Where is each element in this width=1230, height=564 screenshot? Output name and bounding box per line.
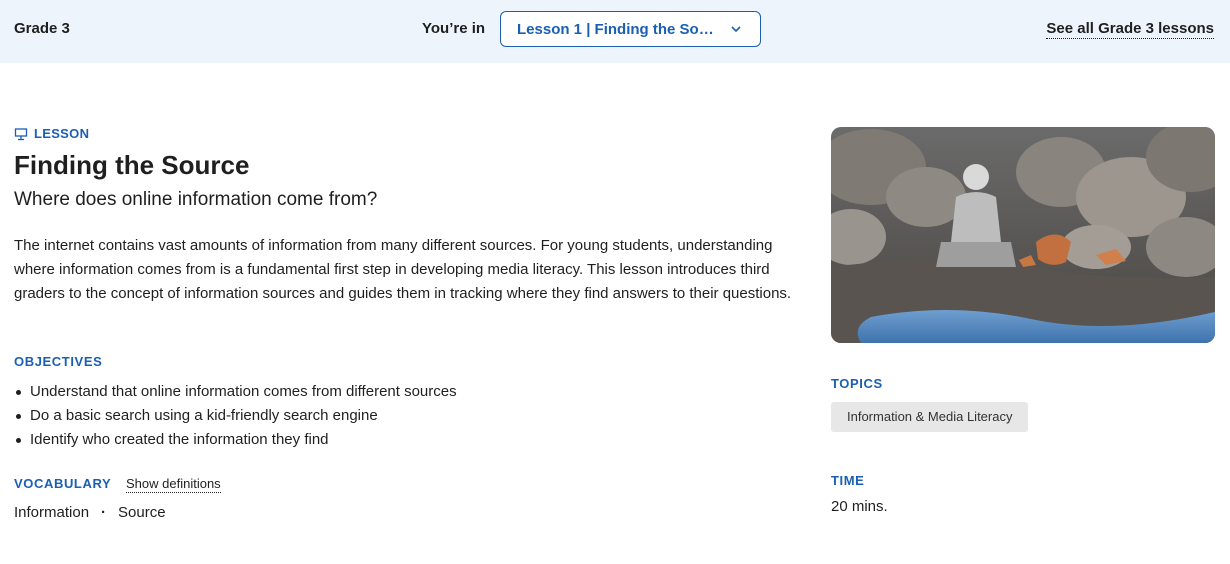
objective-item: Identify who created the information the…: [16, 428, 457, 452]
chevron-down-icon: [731, 26, 741, 33]
presentation-board-icon: [14, 127, 28, 140]
youre-in-label: You’re in: [422, 20, 486, 37]
topics-heading: TOPICS: [831, 376, 883, 391]
grade-label: Grade 3: [14, 20, 70, 37]
lesson-kicker: LESSON: [14, 126, 89, 141]
lesson-subtitle: Where does online information come from?: [14, 189, 378, 210]
show-definitions-button[interactable]: Show definitions: [126, 476, 221, 493]
lesson-kicker-label: LESSON: [34, 126, 90, 141]
lesson-select-value: Lesson 1 | Finding the Source: [517, 21, 717, 38]
page-title: Finding the Source: [14, 150, 250, 180]
see-all-lessons-link[interactable]: See all Grade 3 lessons: [1046, 20, 1214, 39]
rocky-excavation-illustration: [831, 127, 1215, 343]
objective-item: Understand that online information comes…: [16, 380, 457, 404]
topic-tag[interactable]: Information & Media Literacy: [831, 402, 1029, 432]
time-heading: TIME: [831, 473, 865, 488]
lesson-description: The internet contains vast amounts of in…: [14, 237, 792, 302]
objective-item: Do a basic search using a kid-friendly s…: [16, 404, 457, 428]
vocab-term: Source: [118, 504, 166, 521]
vocab-separator: ·: [101, 504, 107, 521]
objectives-list: Understand that online information comes…: [16, 380, 457, 452]
lesson-nav-bar: Grade 3 You’re in Lesson 1 | Finding the…: [0, 0, 1230, 63]
vocabulary-terms: Information · Source: [14, 504, 166, 521]
lesson-hero-image: [831, 127, 1215, 343]
time-value: 20 mins.: [831, 498, 888, 515]
vocabulary-heading: VOCABULARY: [14, 476, 112, 491]
lesson-select-dropdown[interactable]: Lesson 1 | Finding the Source: [500, 11, 761, 47]
objectives-heading: OBJECTIVES: [14, 354, 103, 369]
vocab-term: Information: [14, 504, 90, 521]
